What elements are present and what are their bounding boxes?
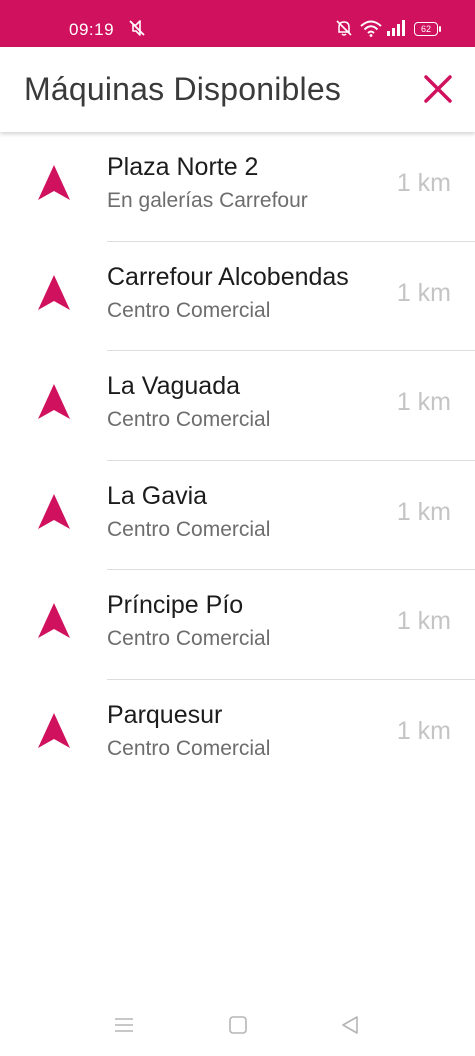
battery-icon: 62 bbox=[414, 22, 441, 36]
location-distance: 1 km bbox=[396, 497, 451, 526]
location-subtitle: Centro Comercial bbox=[107, 627, 271, 651]
list-item[interactable]: Parquesur Centro Comercial 1 km bbox=[0, 680, 475, 790]
location-subtitle: En galerías Carrefour bbox=[107, 189, 308, 212]
location-subtitle: Centro Comercial bbox=[107, 736, 271, 760]
location-subtitle: Centro Comercial bbox=[107, 298, 271, 322]
menu-icon[interactable] bbox=[112, 1013, 136, 1037]
location-subtitle: Centro Comercial bbox=[107, 517, 271, 541]
location-distance: 1 km bbox=[396, 169, 451, 197]
navigation-arrow-icon bbox=[38, 165, 70, 200]
status-bar: 09:19 62 bbox=[0, 0, 475, 47]
status-time: 09:19 bbox=[69, 20, 115, 39]
signal-icon bbox=[387, 20, 405, 36]
location-list: Plaza Norte 2 En galerías Carrefour 1 km… bbox=[0, 132, 475, 790]
wifi-icon bbox=[360, 20, 382, 37]
close-button[interactable] bbox=[418, 69, 458, 109]
location-distance: 1 km bbox=[396, 607, 451, 636]
location-distance: 1 km bbox=[396, 716, 451, 745]
system-nav-bar bbox=[0, 1000, 475, 1056]
close-icon bbox=[424, 75, 452, 103]
location-name: La Vaguada bbox=[107, 372, 240, 401]
bell-off-icon bbox=[336, 20, 352, 36]
location-distance: 1 km bbox=[396, 278, 451, 307]
page-title: Máquinas Disponibles bbox=[24, 71, 342, 107]
list-item[interactable]: Príncipe Pío Centro Comercial 1 km bbox=[0, 570, 475, 680]
location-name: Plaza Norte 2 bbox=[107, 153, 259, 181]
location-name: Príncipe Pío bbox=[107, 591, 244, 620]
navigation-arrow-icon bbox=[38, 712, 70, 748]
back-icon[interactable] bbox=[338, 1013, 362, 1037]
location-distance: 1 km bbox=[396, 388, 451, 417]
navigation-arrow-icon bbox=[38, 493, 70, 529]
location-name: Carrefour Alcobendas bbox=[107, 262, 349, 291]
list-item[interactable]: La Gavia Centro Comercial 1 km bbox=[0, 461, 475, 571]
mute-icon bbox=[129, 20, 145, 36]
list-item[interactable]: La Vaguada Centro Comercial 1 km bbox=[0, 351, 475, 461]
navigation-arrow-icon bbox=[38, 384, 70, 420]
location-name: Parquesur bbox=[107, 700, 223, 729]
location-subtitle: Centro Comercial bbox=[107, 408, 271, 432]
home-icon[interactable] bbox=[226, 1013, 250, 1037]
header: Máquinas Disponibles bbox=[0, 47, 475, 132]
navigation-arrow-icon bbox=[38, 274, 70, 310]
list-item[interactable]: Carrefour Alcobendas Centro Comercial 1 … bbox=[0, 242, 475, 352]
navigation-arrow-icon bbox=[38, 603, 70, 639]
location-name: La Gavia bbox=[107, 481, 208, 510]
list-item[interactable]: Plaza Norte 2 En galerías Carrefour 1 km bbox=[0, 132, 475, 242]
